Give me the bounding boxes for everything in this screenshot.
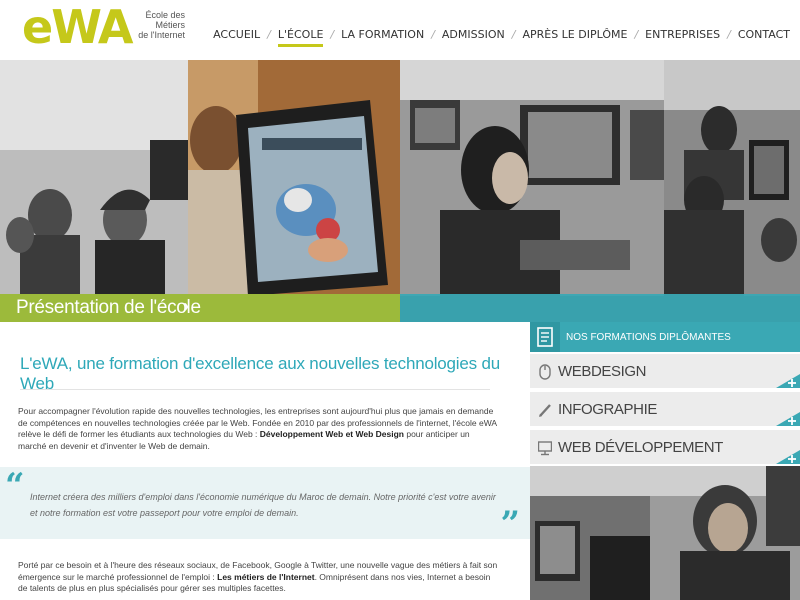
nav-formation[interactable]: LA FORMATION [339,28,426,41]
nav-accueil[interactable]: ACCUEIL [211,28,262,41]
quote-text: Internet créera des milliers d'emploi da… [30,492,496,518]
sidebar-header: NOS FORMATIONS DIPLÔMANTES [530,322,800,352]
sidebar-title: NOS FORMATIONS DIPLÔMANTES [566,332,731,343]
formation-label: INFOGRAPHIE [558,401,657,418]
formation-webdesign[interactable]: WEBDESIGN [530,354,800,390]
intro-text-bold: Développement Web et Web Design [259,429,404,439]
header: eWA École des Métiers de l'Internet ACCU… [0,0,800,60]
nav-admission[interactable]: ADMISSION [440,28,507,41]
nav-separator: / [634,28,639,41]
logo-tagline: École des Métiers de l'Internet [119,10,185,40]
sidebar-formations: NOS FORMATIONS DIPLÔMANTES WEBDESIGN INF… [530,322,800,600]
main-nav: ACCUEIL / L'ÉCOLE / LA FORMATION / ADMIS… [211,28,792,47]
quote-open-icon: “ [5,466,25,506]
quote-block: “ Internet créera des milliers d'emploi … [0,466,530,544]
nav-separator: / [511,28,516,41]
second-text-bold: Les métiers de l'Internet [217,571,315,582]
nav-contact[interactable]: CONTACT [736,28,792,41]
sidebar-photo-student [530,466,800,600]
plus-icon[interactable] [762,412,800,426]
logo-tagline-line1: École des Métiers [145,10,185,30]
pen-icon [539,404,551,417]
main-content: L'eWA, une formation d'excellence aux no… [0,322,530,600]
plus-icon[interactable] [762,450,800,464]
hero-bar-teal [400,294,800,322]
title-divider [20,389,490,390]
nav-apres-diplome[interactable]: APRÈS LE DIPLÔME [520,28,629,41]
mouse-icon [539,364,551,380]
formation-label: WEB DÉVELOPPEMENT [558,439,723,456]
plus-icon[interactable] [762,374,800,388]
chevron-right-icon[interactable]: › [183,296,189,317]
nav-separator: / [330,28,335,41]
hero-photo-tablet [188,60,400,296]
formation-infographie[interactable]: INFOGRAPHIE [530,392,800,428]
quote-close-icon: ” [500,504,520,544]
nav-separator: / [267,28,271,41]
logo-tagline-line2: de l'Internet [138,30,185,40]
formation-web-developpement[interactable]: WEB DÉVELOPPEMENT [530,430,800,466]
intro-paragraph: Pour accompagner l'évolution rapide des … [18,406,498,452]
formation-label: WEBDESIGN [558,363,647,380]
nav-ecole[interactable]: L'ÉCOLE [276,28,326,47]
hero-photo-students-right [664,60,800,296]
logo[interactable]: eWA [22,2,133,52]
hero-caption-bar[interactable]: Présentation de l'école › [0,294,800,322]
hero-banner: Présentation de l'école › [0,60,800,322]
hero-caption[interactable]: Présentation de l'école [16,296,201,320]
page-title: L'eWA, une formation d'excellence aux no… [20,354,500,393]
second-paragraph: Porté par ce besoin et à l'heure des rés… [18,560,498,595]
document-icon [530,322,560,352]
hero-photo-computer-lab [400,60,664,296]
nav-separator: / [431,28,435,41]
hero-photo-students [0,60,188,296]
monitor-icon [538,441,552,456]
nav-entreprises[interactable]: ENTREPRISES [643,28,722,41]
nav-separator: / [727,28,731,41]
